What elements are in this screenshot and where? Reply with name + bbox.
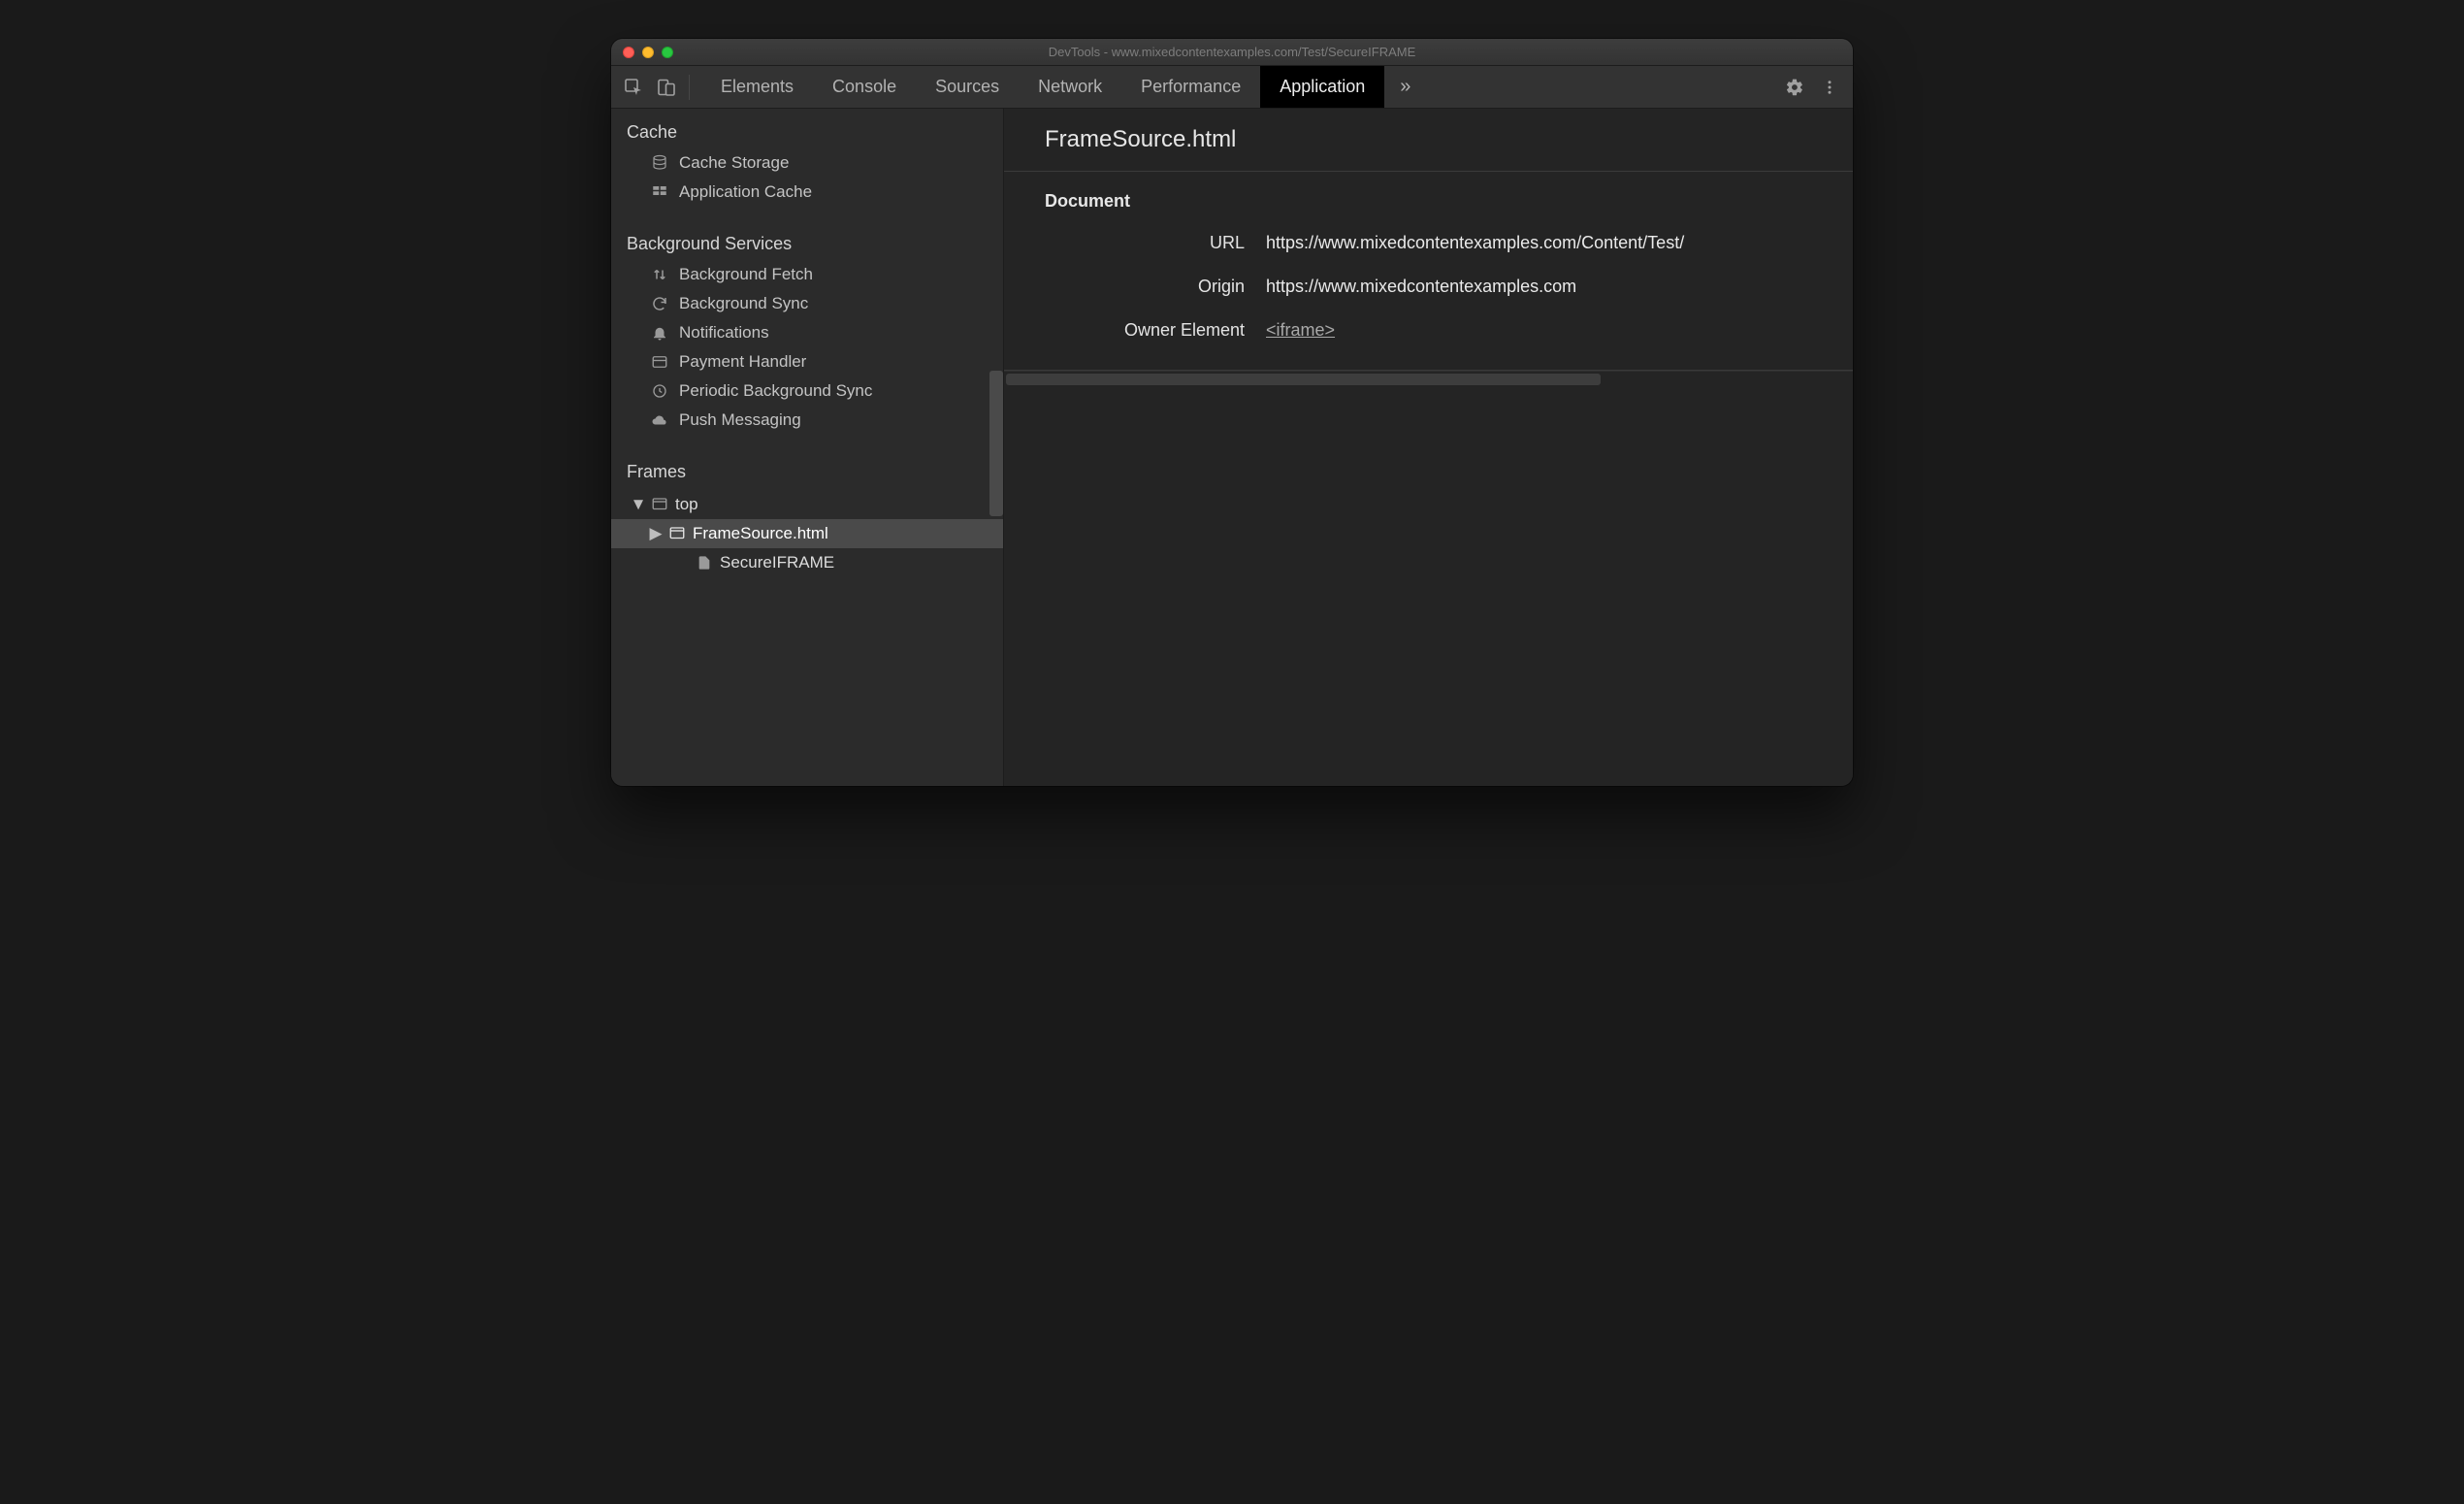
traffic-lights	[623, 47, 673, 58]
frame-row-framesource[interactable]: ▶ FrameSource.html	[611, 519, 1003, 548]
tab-application[interactable]: Application	[1260, 66, 1384, 108]
sidebar-item-label: Cache Storage	[679, 153, 789, 173]
sidebar-item-label: Background Sync	[679, 294, 808, 313]
url-label: URL	[1004, 233, 1266, 253]
frame-label: SecureIFRAME	[720, 553, 834, 572]
document-icon	[695, 553, 714, 572]
sidebar-item-background-fetch[interactable]: Background Fetch	[611, 260, 1003, 289]
inspect-element-icon[interactable]	[617, 66, 650, 108]
kebab-menu-button[interactable]	[1812, 79, 1847, 96]
document-section-title: Document	[1004, 187, 1853, 221]
settings-button[interactable]	[1777, 78, 1812, 97]
horizontal-scrollbar-track	[1004, 371, 1853, 386]
chevron-down-icon: ▼	[632, 495, 644, 514]
section-title-frames: Frames	[611, 452, 1003, 488]
clock-icon	[650, 381, 669, 401]
sidebar-item-label: Application Cache	[679, 182, 812, 202]
tab-network[interactable]: Network	[1019, 66, 1121, 108]
card-icon	[650, 352, 669, 372]
section-title-cache: Cache	[611, 113, 1003, 148]
sidebar-item-application-cache[interactable]: Application Cache	[611, 178, 1003, 207]
sidebar-item-label: Push Messaging	[679, 410, 801, 430]
tab-console[interactable]: Console	[813, 66, 916, 108]
panel-body: Cache Cache Storage Application Cache Ba…	[611, 109, 1853, 786]
frames-tree: ▼ top ▶ FrameSource.html ▶	[611, 488, 1003, 597]
tab-sources[interactable]: Sources	[916, 66, 1019, 108]
url-value: https://www.mixedcontentexamples.com/Con…	[1266, 233, 1853, 253]
sidebar-item-periodic-background-sync[interactable]: Periodic Background Sync	[611, 376, 1003, 406]
document-section: Document URL https://www.mixedcontentexa…	[1004, 172, 1853, 371]
sidebar-item-label: Payment Handler	[679, 352, 806, 372]
database-icon	[650, 153, 669, 173]
sync-icon	[650, 294, 669, 313]
chevron-right-icon: ▶	[650, 524, 662, 543]
frame-label: FrameSource.html	[693, 524, 828, 543]
panel-tabs: Elements Console Sources Network Perform…	[701, 66, 1426, 108]
toolbar-separator	[689, 75, 690, 100]
frame-label: top	[675, 495, 698, 514]
sidebar-item-label: Background Fetch	[679, 265, 813, 284]
zoom-window-button[interactable]	[662, 47, 673, 58]
sidebar-item-label: Notifications	[679, 323, 769, 343]
row-owner-element: Owner Element <iframe>	[1004, 309, 1853, 352]
titlebar: DevTools - www.mixedcontentexamples.com/…	[611, 39, 1853, 66]
window-title: DevTools - www.mixedcontentexamples.com/…	[611, 45, 1853, 59]
row-origin: Origin https://www.mixedcontentexamples.…	[1004, 265, 1853, 309]
application-sidebar: Cache Cache Storage Application Cache Ba…	[611, 109, 1004, 786]
chevron-double-right-icon: »	[1400, 76, 1410, 98]
window-icon	[667, 524, 687, 543]
bell-icon	[650, 323, 669, 343]
sidebar-item-label: Periodic Background Sync	[679, 381, 872, 401]
arrows-updown-icon	[650, 265, 669, 284]
close-window-button[interactable]	[623, 47, 634, 58]
device-toggle-icon[interactable]	[650, 66, 683, 108]
frame-row-secureiframe[interactable]: ▶ SecureIFRAME	[611, 548, 1003, 577]
horizontal-scrollbar-thumb[interactable]	[1006, 374, 1601, 385]
owner-element-link[interactable]: <iframe>	[1266, 320, 1335, 340]
sidebar-item-notifications[interactable]: Notifications	[611, 318, 1003, 347]
frame-details-panel: FrameSource.html Document URL https://ww…	[1004, 109, 1853, 786]
tab-performance[interactable]: Performance	[1121, 66, 1260, 108]
sidebar-item-background-sync[interactable]: Background Sync	[611, 289, 1003, 318]
grid-icon	[650, 182, 669, 202]
sidebar-scrollbar[interactable]	[989, 371, 1003, 516]
sidebar-item-push-messaging[interactable]: Push Messaging	[611, 406, 1003, 435]
section-title-background-services: Background Services	[611, 224, 1003, 260]
dots-vertical-icon	[1821, 79, 1838, 96]
frame-title: FrameSource.html	[1004, 109, 1853, 172]
devtools-toolbar: Elements Console Sources Network Perform…	[611, 66, 1853, 109]
frame-row-top[interactable]: ▼ top	[611, 490, 1003, 519]
origin-label: Origin	[1004, 277, 1266, 297]
gear-icon	[1785, 78, 1804, 97]
row-url: URL https://www.mixedcontentexamples.com…	[1004, 221, 1853, 265]
minimize-window-button[interactable]	[642, 47, 654, 58]
sidebar-item-payment-handler[interactable]: Payment Handler	[611, 347, 1003, 376]
window-icon	[650, 495, 669, 514]
tab-elements[interactable]: Elements	[701, 66, 813, 108]
cloud-icon	[650, 410, 669, 430]
tab-overflow-button[interactable]: »	[1384, 66, 1426, 108]
owner-element-label: Owner Element	[1004, 320, 1266, 341]
devtools-window: DevTools - www.mixedcontentexamples.com/…	[611, 39, 1853, 786]
origin-value: https://www.mixedcontentexamples.com	[1266, 277, 1853, 297]
sidebar-item-cache-storage[interactable]: Cache Storage	[611, 148, 1003, 178]
